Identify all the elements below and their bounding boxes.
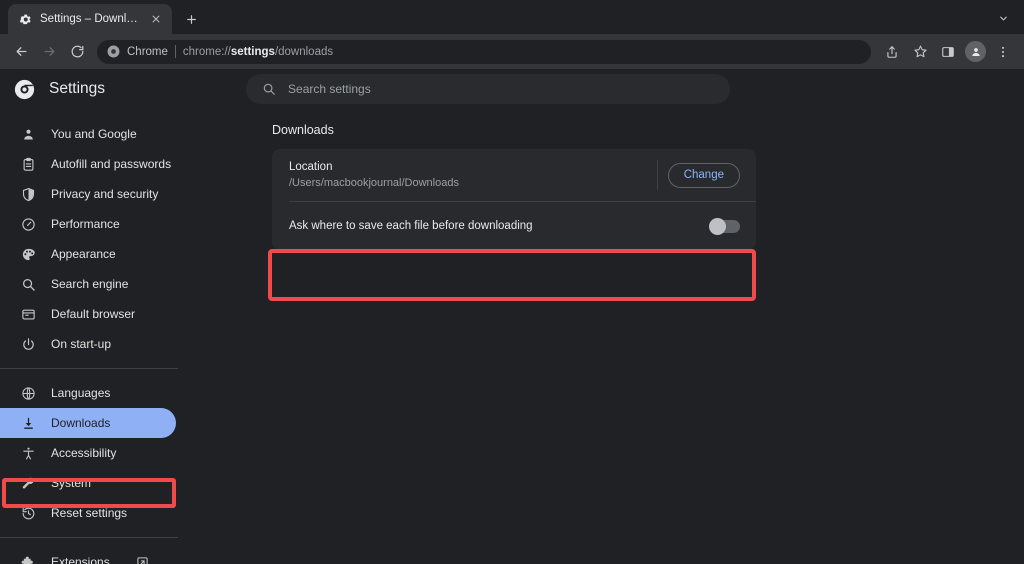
sidebar-item-downloads[interactable]: Downloads bbox=[0, 408, 176, 438]
settings-header: Settings bbox=[0, 69, 1024, 109]
gear-icon bbox=[18, 12, 32, 26]
palette-icon bbox=[20, 246, 36, 262]
sidebar-item-reset-settings[interactable]: Reset settings bbox=[0, 498, 176, 528]
search-input[interactable] bbox=[288, 82, 715, 96]
close-icon[interactable] bbox=[148, 11, 164, 27]
power-icon bbox=[20, 336, 36, 352]
change-location-button[interactable]: Change bbox=[667, 162, 740, 188]
omnibox-url: chrome://settings/downloads bbox=[183, 46, 333, 58]
sidebar-item-languages[interactable]: Languages bbox=[0, 378, 176, 408]
search-icon bbox=[262, 82, 276, 96]
ask-where-to-save-row[interactable]: Ask where to save each file before downl… bbox=[272, 202, 756, 250]
omnibox-site-label: Chrome bbox=[127, 45, 168, 58]
search-icon bbox=[20, 276, 36, 292]
section-title: Downloads bbox=[272, 123, 334, 137]
sidebar-item-default-browser[interactable]: Default browser bbox=[0, 299, 176, 329]
omnibox-url-bold: settings bbox=[230, 45, 275, 58]
sidebar-item-search-engine[interactable]: Search engine bbox=[0, 269, 176, 299]
globe-icon bbox=[20, 385, 36, 401]
sidebar-item-on-start-up[interactable]: On start-up bbox=[0, 329, 176, 359]
sidebar-item-label: Languages bbox=[51, 386, 111, 400]
omnibox-separator bbox=[174, 45, 176, 58]
sidebar-item-autofill-and-passwords[interactable]: Autofill and passwords bbox=[0, 149, 176, 179]
sidebar-item-label: Accessibility bbox=[51, 446, 117, 460]
tab-settings-downloads[interactable]: Settings – Downloads bbox=[8, 4, 172, 34]
toggle-knob bbox=[709, 217, 726, 235]
sidebar-divider-1 bbox=[0, 368, 178, 369]
sidebar-item-label: Search engine bbox=[51, 277, 129, 291]
sidebar-item-extensions[interactable]: Extensions bbox=[0, 547, 176, 564]
shield-icon bbox=[20, 186, 36, 202]
settings-body: You and Google Autofill and passwords Pr… bbox=[0, 109, 1024, 564]
sidebar-item-appearance[interactable]: Appearance bbox=[0, 239, 176, 269]
arrow-right-icon[interactable] bbox=[36, 39, 62, 65]
chrome-logo-icon bbox=[14, 79, 35, 100]
chevron-down-icon[interactable] bbox=[990, 5, 1016, 31]
arrow-left-icon[interactable] bbox=[8, 39, 34, 65]
sidebar-item-accessibility[interactable]: Accessibility bbox=[0, 438, 176, 468]
sidebar-divider-2 bbox=[0, 537, 178, 538]
three-dot-menu-icon[interactable] bbox=[990, 39, 1016, 65]
sidebar-item-label: Autofill and passwords bbox=[51, 157, 172, 171]
sidebar-item-label: Performance bbox=[51, 217, 120, 231]
omnibox-url-suffix: /downloads bbox=[274, 45, 334, 58]
sidebar-item-label: Appearance bbox=[51, 247, 116, 261]
browser-window: Settings – Downloads Chrome bbox=[0, 0, 1024, 564]
page-title: Settings bbox=[49, 80, 106, 97]
puzzle-piece-icon bbox=[20, 554, 36, 564]
speedometer-icon bbox=[20, 216, 36, 232]
sidebar-item-label: Downloads bbox=[51, 416, 111, 430]
downloads-card: Location /Users/macbookjournal/Downloads… bbox=[272, 149, 756, 250]
sidebar-item-label: Reset settings bbox=[51, 506, 128, 520]
star-icon[interactable] bbox=[907, 39, 933, 65]
share-icon[interactable] bbox=[879, 39, 905, 65]
ask-where-to-save-toggle[interactable] bbox=[709, 217, 740, 235]
omnibox-url-prefix: chrome:// bbox=[182, 45, 231, 58]
clipboard-icon bbox=[20, 156, 36, 172]
download-location-label: Location bbox=[289, 161, 333, 173]
search-settings-box[interactable] bbox=[246, 74, 731, 104]
tab-title: Settings – Downloads bbox=[40, 13, 140, 25]
chrome-icon bbox=[107, 45, 120, 58]
sidebar-item-you-and-google[interactable]: You and Google bbox=[0, 119, 176, 149]
download-icon bbox=[20, 415, 36, 431]
external-link-icon bbox=[136, 556, 149, 564]
browser-toolbar: Chrome chrome://settings/downloads bbox=[0, 34, 1024, 69]
sidebar-item-label: System bbox=[51, 476, 92, 490]
sidebar-item-label: You and Google bbox=[51, 127, 137, 141]
sidebar-item-label: Default browser bbox=[51, 307, 136, 321]
download-location-row[interactable]: Location /Users/macbookjournal/Downloads… bbox=[272, 149, 756, 201]
vertical-divider bbox=[656, 160, 658, 190]
accessibility-icon bbox=[20, 445, 36, 461]
settings-page: Settings You and Google Autofill and pas… bbox=[0, 69, 1024, 564]
person-icon[interactable] bbox=[965, 41, 986, 62]
ask-where-to-save-label: Ask where to save each file before downl… bbox=[289, 220, 533, 232]
ask-where-to-save-text: Ask where to save each file before downl… bbox=[289, 218, 701, 234]
history-icon bbox=[20, 505, 36, 521]
wrench-icon bbox=[20, 475, 36, 491]
sidebar-item-privacy-and-security[interactable]: Privacy and security bbox=[0, 179, 176, 209]
settings-sidebar: You and Google Autofill and passwords Pr… bbox=[0, 109, 178, 564]
person-icon bbox=[20, 126, 36, 142]
address-bar[interactable]: Chrome chrome://settings/downloads bbox=[97, 39, 871, 64]
tab-strip: Settings – Downloads bbox=[0, 0, 1024, 34]
sidebar-item-label: On start-up bbox=[51, 337, 112, 351]
sidebar-item-performance[interactable]: Performance bbox=[0, 209, 176, 239]
side-panel-icon[interactable] bbox=[935, 39, 961, 65]
settings-main-content: Downloads Location /Users/macbookjournal… bbox=[178, 109, 1024, 564]
new-tab-button[interactable] bbox=[178, 6, 204, 32]
sidebar-item-system[interactable]: System bbox=[0, 468, 176, 498]
sidebar-item-label: Extensions bbox=[51, 555, 110, 564]
download-location-text: Location /Users/macbookjournal/Downloads bbox=[289, 159, 647, 191]
reload-icon[interactable] bbox=[64, 39, 90, 65]
browser-window-icon bbox=[20, 306, 36, 322]
sidebar-item-label: Privacy and security bbox=[51, 187, 159, 201]
download-location-value: /Users/macbookjournal/Downloads bbox=[289, 177, 459, 189]
